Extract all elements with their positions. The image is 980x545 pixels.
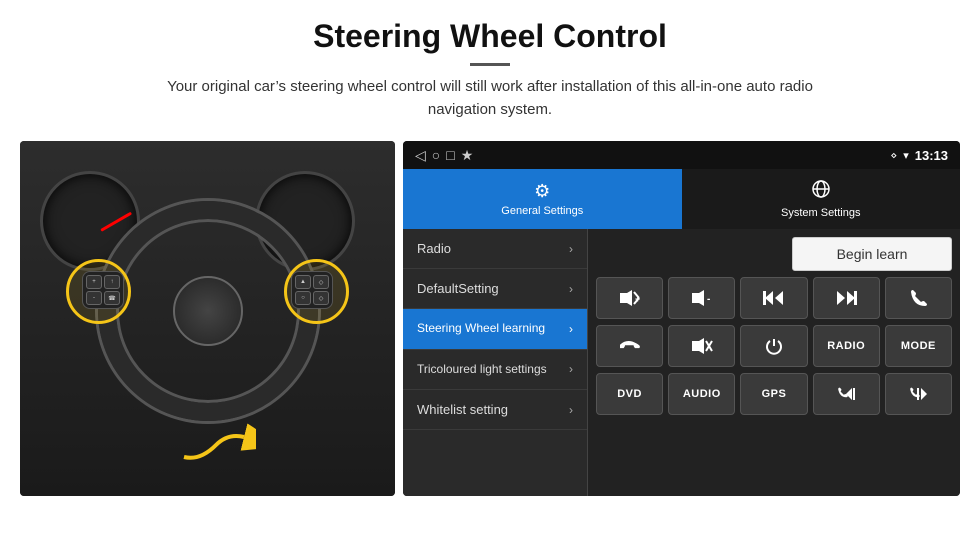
menu-item-radio[interactable]: Radio › — [403, 229, 587, 269]
nav-icons: ◁ ○ □ ★ — [415, 147, 473, 164]
mute-btn[interactable] — [668, 325, 735, 367]
sw-button-cluster-right: ▲ ◇ ○ ◇ — [291, 271, 333, 309]
vol-down-btn[interactable]: - — [668, 277, 735, 319]
chevron-whitelist: › — [569, 403, 573, 417]
tab-bar: ⚙ General Settings System Settings — [403, 169, 960, 229]
vol-up-btn[interactable]: + — [596, 277, 663, 319]
sw-btn-plus: + — [86, 275, 102, 289]
svg-text:-: - — [707, 294, 710, 305]
tab-general-settings[interactable]: ⚙ General Settings — [403, 169, 682, 229]
back-icon[interactable]: ◁ — [415, 147, 426, 164]
begin-learn-row: Begin learn — [596, 237, 952, 271]
sw-btn-r1: ▲ — [295, 275, 311, 289]
mode-btn[interactable]: MODE — [885, 325, 952, 367]
sw-btn-icon1: ↑ — [104, 275, 120, 289]
phone-answer-btn[interactable] — [885, 277, 952, 319]
sw-btn-r2: ◇ — [313, 275, 329, 289]
status-right-icons: ⋄ ▾ 13:13 — [890, 148, 948, 163]
recent-icon[interactable]: □ — [446, 147, 454, 163]
steering-wheel-center — [173, 276, 243, 346]
main-content: + ↑ - ☎ ▲ ◇ ○ ◇ — [0, 129, 980, 499]
menu-item-default-label: DefaultSetting — [417, 281, 499, 296]
menu-item-whitelist-label: Whitelist setting — [417, 402, 508, 417]
tab-system-settings[interactable]: System Settings — [682, 169, 961, 229]
menu-list: Radio › DefaultSetting › Steering Wheel … — [403, 229, 588, 496]
phone-next-btn[interactable] — [885, 373, 952, 415]
content-area: Radio › DefaultSetting › Steering Wheel … — [403, 229, 960, 496]
general-settings-icon: ⚙ — [534, 181, 550, 202]
page-subtitle: Your original car’s steering wheel contr… — [140, 76, 840, 121]
home-icon[interactable]: ○ — [432, 147, 440, 163]
menu-item-steering[interactable]: Steering Wheel learning › — [403, 309, 587, 350]
sw-button-cluster-left: + ↑ - ☎ — [82, 271, 124, 309]
power-btn[interactable] — [740, 325, 807, 367]
audio-btn[interactable]: AUDIO — [668, 373, 735, 415]
menu-item-defaultsetting[interactable]: DefaultSetting › — [403, 269, 587, 309]
prev-track-btn[interactable] — [740, 277, 807, 319]
hang-up-btn[interactable] — [596, 325, 663, 367]
sw-btn-r4: ◇ — [313, 291, 329, 305]
page-header: Steering Wheel Control Your original car… — [0, 0, 980, 129]
chevron-steering: › — [569, 322, 573, 336]
tab-system-label: System Settings — [781, 207, 860, 219]
arrow-pointer — [176, 411, 256, 476]
control-grid-row1: + - — [596, 277, 952, 319]
svg-text:+: + — [635, 294, 640, 304]
chevron-tricolour: › — [569, 362, 573, 376]
steering-wheel-ring — [98, 201, 318, 421]
title-divider — [470, 63, 510, 66]
gauge-needle — [100, 212, 132, 232]
begin-learn-button[interactable]: Begin learn — [792, 237, 952, 271]
control-panel: Begin learn + — [588, 229, 960, 496]
cast-icon[interactable]: ★ — [461, 147, 474, 164]
menu-item-radio-label: Radio — [417, 241, 451, 256]
chevron-radio: › — [569, 242, 573, 256]
radio-btn[interactable]: RADIO — [813, 325, 880, 367]
next-track-btn[interactable] — [813, 277, 880, 319]
dvd-btn[interactable]: DVD — [596, 373, 663, 415]
wifi-icon: ▾ — [903, 149, 909, 162]
status-time: 13:13 — [915, 148, 948, 163]
menu-item-tricolour-label: Tricoloured light settings — [417, 362, 547, 378]
page-title: Steering Wheel Control — [40, 18, 940, 55]
headunit-panel: ◁ ○ □ ★ ⋄ ▾ 13:13 ⚙ General Settings — [403, 141, 960, 496]
tab-general-label: General Settings — [501, 205, 583, 217]
menu-item-steering-label: Steering Wheel learning — [417, 321, 545, 337]
sw-btn-minus: - — [86, 291, 102, 305]
status-bar: ◁ ○ □ ★ ⋄ ▾ 13:13 — [403, 141, 960, 169]
sw-btn-r3: ○ — [295, 291, 311, 305]
chevron-default: › — [569, 282, 573, 296]
steering-panel: + ↑ - ☎ ▲ ◇ ○ ◇ — [20, 141, 395, 496]
menu-item-whitelist[interactable]: Whitelist setting › — [403, 390, 587, 430]
sw-btn-phone: ☎ — [104, 291, 120, 305]
system-settings-icon — [811, 179, 831, 204]
control-grid-row3: DVD AUDIO GPS — [596, 373, 952, 415]
control-grid-row2: RADIO MODE — [596, 325, 952, 367]
menu-item-tricolour[interactable]: Tricoloured light settings › — [403, 350, 587, 391]
location-icon: ⋄ — [890, 149, 897, 162]
phone-prev-btn[interactable] — [813, 373, 880, 415]
gps-btn[interactable]: GPS — [740, 373, 807, 415]
